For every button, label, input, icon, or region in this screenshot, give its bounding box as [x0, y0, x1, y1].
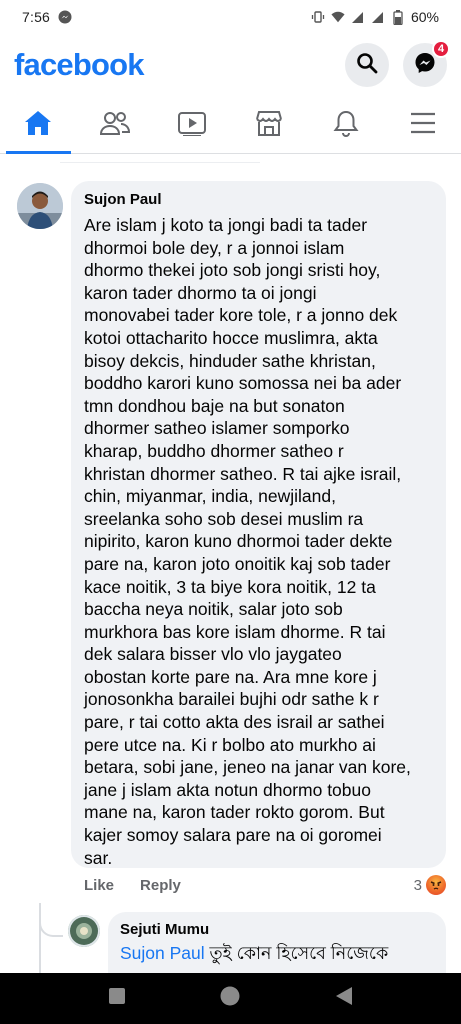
menu-icon [409, 111, 437, 140]
recents-button[interactable] [97, 979, 137, 1019]
facebook-logo[interactable]: facebook [14, 47, 145, 83]
angry-reaction-icon [426, 875, 446, 895]
tab-notifications[interactable] [307, 98, 384, 153]
reply-avatar[interactable] [68, 915, 100, 947]
status-right: 60% [311, 9, 439, 25]
reply-body: তুই কোন হিসেবে নিজেকে [204, 943, 389, 963]
home-button[interactable] [210, 979, 250, 1019]
messenger-bubble-icon [58, 10, 72, 24]
reply-button[interactable]: Reply [140, 877, 181, 894]
back-triangle-icon [335, 986, 353, 1011]
comment-author[interactable]: Sujon Paul [84, 191, 434, 208]
tab-menu[interactable] [384, 98, 461, 153]
status-time: 7:56 [22, 9, 51, 25]
comment-bubble[interactable]: Sujon Paul Are islam j koto ta jongi bad… [71, 181, 446, 868]
search-button[interactable] [345, 43, 389, 87]
home-icon [23, 109, 53, 142]
app-header: facebook 4 [0, 34, 461, 96]
friends-icon [99, 110, 131, 141]
reply-author[interactable]: Sejuti Mumu [120, 921, 434, 938]
home-circle-icon [219, 985, 241, 1012]
tab-home[interactable] [0, 98, 77, 154]
avatar[interactable] [17, 183, 63, 229]
reaction-summary[interactable]: 3 [414, 875, 446, 895]
tab-watch[interactable] [154, 98, 231, 153]
tab-bar [0, 98, 461, 154]
reply-text: Sujon Paul তুই কোন হিসেবে নিজেকে [120, 942, 434, 964]
tab-friends[interactable] [77, 98, 154, 153]
watch-icon [177, 110, 207, 141]
like-button[interactable]: Like [84, 877, 114, 894]
status-bar: 7:56 60% [0, 0, 461, 34]
back-button[interactable] [324, 979, 364, 1019]
thread-line [39, 903, 41, 973]
comment-text: Are islam j koto ta jongi badi ta tader … [84, 215, 411, 868]
header-actions: 4 [345, 40, 450, 87]
vibrate-icon [311, 10, 325, 24]
wifi-icon [331, 10, 345, 24]
marketplace-icon [254, 109, 284, 142]
status-left: 7:56 [22, 9, 72, 25]
reaction-count: 3 [413, 876, 422, 894]
messenger-button[interactable]: 4 [403, 40, 450, 87]
previous-comment-edge [60, 155, 260, 163]
reply-mention[interactable]: Sujon Paul [120, 943, 205, 963]
recents-icon [108, 987, 126, 1010]
comment-actions: Like Reply [84, 877, 181, 894]
battery-icon [391, 9, 405, 25]
messenger-badge: 4 [432, 40, 450, 58]
signal-icon [371, 10, 385, 24]
reply-bubble[interactable]: Sejuti Mumu Sujon Paul তুই কোন হিসেবে নি… [108, 912, 446, 973]
battery-percentage: 60% [410, 9, 439, 25]
tab-marketplace[interactable] [230, 98, 307, 153]
notifications-icon [332, 109, 360, 142]
signal-icon [351, 10, 365, 24]
comments-area: Sujon Paul Are islam j koto ta jongi bad… [0, 155, 461, 973]
system-nav-bar [0, 973, 461, 1024]
search-icon [356, 52, 378, 79]
thread-connector [39, 917, 63, 937]
